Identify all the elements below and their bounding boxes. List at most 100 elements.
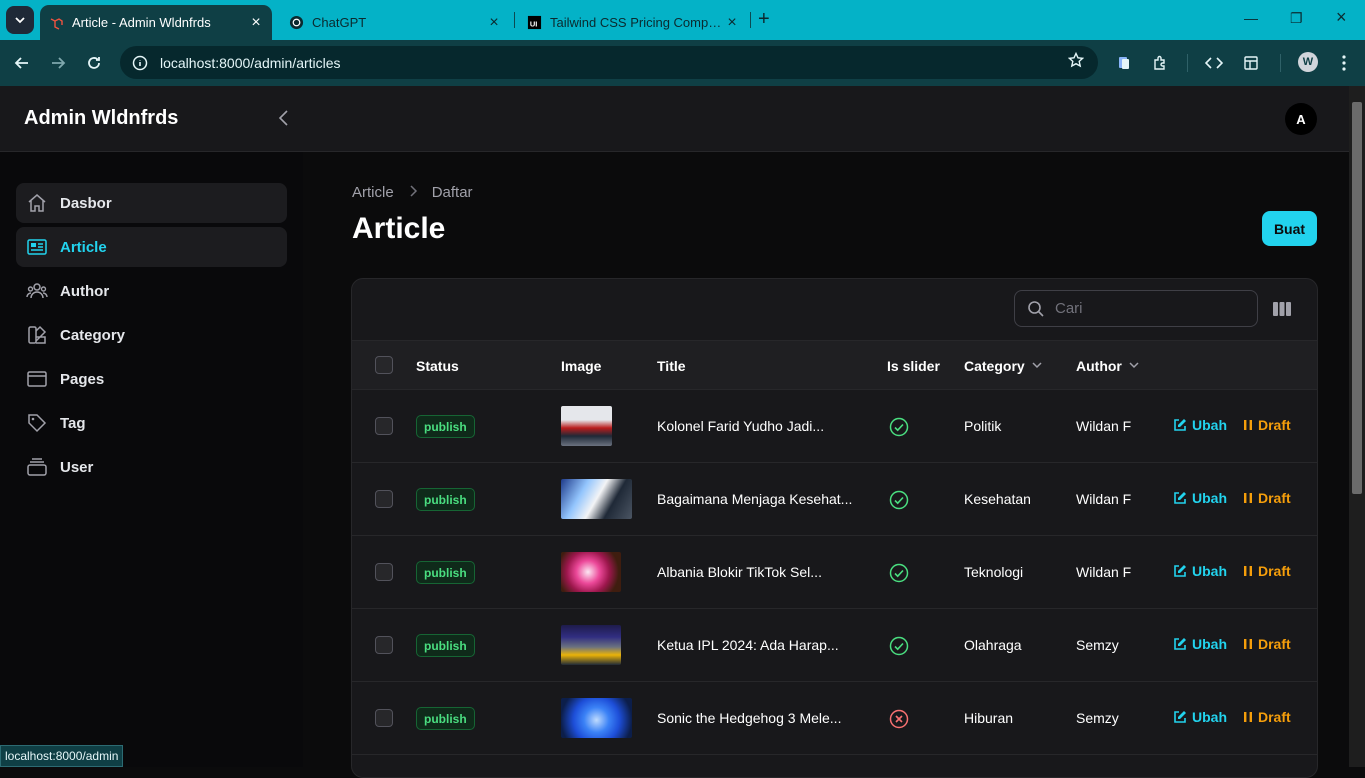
breadcrumb-daftar: Daftar: [431, 184, 473, 201]
page-title: Article: [352, 212, 446, 245]
article-title[interactable]: Ketua IPL 2024: Ada Harap...: [657, 637, 839, 653]
row-checkbox[interactable]: [375, 417, 393, 435]
edit-button[interactable]: Ubah: [1173, 709, 1227, 725]
draft-button[interactable]: Draft: [1243, 490, 1291, 506]
article-title[interactable]: Albania Blokir TikTok Sel...: [657, 564, 822, 580]
main-content: Article Daftar Article Buat Cari Status …: [303, 152, 1349, 778]
article-author: Wildan F: [1076, 418, 1132, 434]
x-circle-icon: [889, 709, 909, 729]
pause-icon: [1244, 566, 1252, 576]
sidebar-item-category[interactable]: Category: [16, 315, 287, 355]
swatch-icon: [26, 324, 48, 346]
edit-button[interactable]: Ubah: [1173, 636, 1227, 652]
column-toggle-button[interactable]: [1272, 300, 1292, 318]
edit-button[interactable]: Ubah: [1173, 417, 1227, 433]
tab-chatgpt[interactable]: ChatGPT ×: [280, 5, 510, 40]
restore-button[interactable]: ❐: [1290, 10, 1303, 27]
pencil-square-icon: [1174, 711, 1186, 723]
profile-avatar[interactable]: W: [1298, 52, 1318, 72]
edit-button[interactable]: Ubah: [1173, 563, 1227, 579]
search-icon: [1028, 300, 1044, 317]
svg-text:UI: UI: [529, 19, 537, 28]
more-menu-icon[interactable]: [1334, 53, 1354, 73]
extensions-icon[interactable]: [1150, 53, 1170, 73]
article-category: Kesehatan: [964, 491, 1031, 507]
draft-button[interactable]: Draft: [1243, 709, 1291, 725]
scrollbar-thumb[interactable]: [1352, 102, 1362, 494]
page-scrollbar[interactable]: [1349, 86, 1365, 767]
row-checkbox[interactable]: [375, 709, 393, 727]
row-checkbox[interactable]: [375, 563, 393, 581]
tab-tailwind[interactable]: UI Tailwind CSS Pricing Componen ×: [518, 5, 748, 40]
breadcrumb-article[interactable]: Article: [352, 184, 394, 201]
table-row: publish Sonic the Hedgehog 3 Mele... Hib…: [352, 682, 1317, 755]
draft-label: Draft: [1258, 636, 1291, 652]
draft-button[interactable]: Draft: [1243, 636, 1291, 652]
sidebar-item-label: Author: [60, 282, 110, 300]
window-close-button[interactable]: ×: [1336, 7, 1347, 28]
select-all-checkbox[interactable]: [375, 356, 393, 374]
sidebar-item-article[interactable]: Article: [16, 227, 287, 267]
row-checkbox[interactable]: [375, 490, 393, 508]
column-header-is-slider: Is slider: [887, 358, 940, 374]
sidebar: Dasbor Article Author Category Pages Tag: [0, 152, 303, 767]
column-header-label: Category: [964, 358, 1025, 374]
search-input[interactable]: Cari: [1014, 290, 1258, 327]
user-avatar[interactable]: A: [1285, 103, 1317, 135]
chevron-down-icon: [1031, 358, 1043, 374]
close-icon[interactable]: ×: [248, 14, 264, 32]
status-badge: publish: [416, 561, 475, 584]
pause-icon: [1244, 493, 1252, 503]
sidebar-item-user[interactable]: User: [16, 447, 287, 487]
article-title[interactable]: Kolonel Farid Yudho Jadi...: [657, 418, 824, 434]
arrow-left-icon: [14, 57, 28, 69]
draft-button[interactable]: Draft: [1243, 417, 1291, 433]
site-info-icon[interactable]: [132, 55, 148, 71]
draft-button[interactable]: Draft: [1243, 563, 1291, 579]
create-button[interactable]: Buat: [1262, 211, 1317, 246]
code-icon[interactable]: [1204, 53, 1224, 73]
article-thumbnail: [561, 625, 621, 665]
close-icon[interactable]: ×: [724, 14, 740, 32]
url-text[interactable]: localhost:8000/admin/articles: [160, 55, 341, 71]
sidebar-item-author[interactable]: Author: [16, 271, 287, 311]
forward-button[interactable]: [48, 53, 68, 73]
check-circle-icon: [889, 636, 909, 656]
back-button[interactable]: [12, 53, 32, 73]
sidebar-item-label: Article: [60, 238, 107, 256]
column-header-category[interactable]: Category: [964, 358, 1043, 374]
minimize-button[interactable]: —: [1244, 10, 1258, 26]
reload-button[interactable]: [84, 53, 104, 73]
article-title[interactable]: Sonic the Hedgehog 3 Mele...: [657, 710, 841, 726]
sidebar-item-label: User: [60, 458, 94, 476]
sidebar-item-dasbor[interactable]: Dasbor: [16, 183, 287, 223]
sidebar-item-tag[interactable]: Tag: [16, 403, 287, 443]
row-checkbox[interactable]: [375, 636, 393, 654]
arrow-right-icon: [52, 57, 66, 69]
browser-tab-bar: Article - Admin Wldnfrds × ChatGPT × UI …: [0, 0, 1365, 40]
sidebar-item-pages[interactable]: Pages: [16, 359, 287, 399]
tab-search-button[interactable]: [6, 6, 34, 34]
sidepanel-icon[interactable]: [1241, 53, 1261, 73]
article-author: Semzy: [1076, 710, 1119, 726]
laravel-icon: [48, 15, 64, 31]
close-icon[interactable]: ×: [486, 14, 502, 32]
table-row: publish Albania Blokir TikTok Sel... Tek…: [352, 536, 1317, 609]
article-title[interactable]: Bagaimana Menjaga Kesehat...: [657, 491, 852, 507]
bookmark-star-icon[interactable]: [1067, 51, 1085, 73]
toolbar-divider: [1280, 54, 1281, 72]
extension-copy-icon[interactable]: [1114, 53, 1134, 73]
articles-table-card: Cari Status Image Title Is slider Catego…: [351, 278, 1318, 778]
new-tab-button[interactable]: +: [758, 8, 770, 31]
column-header-author[interactable]: Author: [1076, 358, 1140, 374]
sidebar-collapse-button[interactable]: [274, 108, 294, 128]
article-author: Semzy: [1076, 637, 1119, 653]
address-bar[interactable]: localhost:8000/admin/articles: [120, 46, 1098, 79]
draft-label: Draft: [1258, 709, 1291, 725]
column-header-status: Status: [416, 358, 459, 374]
status-badge: publish: [416, 488, 475, 511]
sidebar-item-label: Dasbor: [60, 194, 112, 212]
pencil-square-icon: [1174, 565, 1186, 577]
edit-button[interactable]: Ubah: [1173, 490, 1227, 506]
tab-admin[interactable]: Article - Admin Wldnfrds ×: [40, 5, 272, 40]
